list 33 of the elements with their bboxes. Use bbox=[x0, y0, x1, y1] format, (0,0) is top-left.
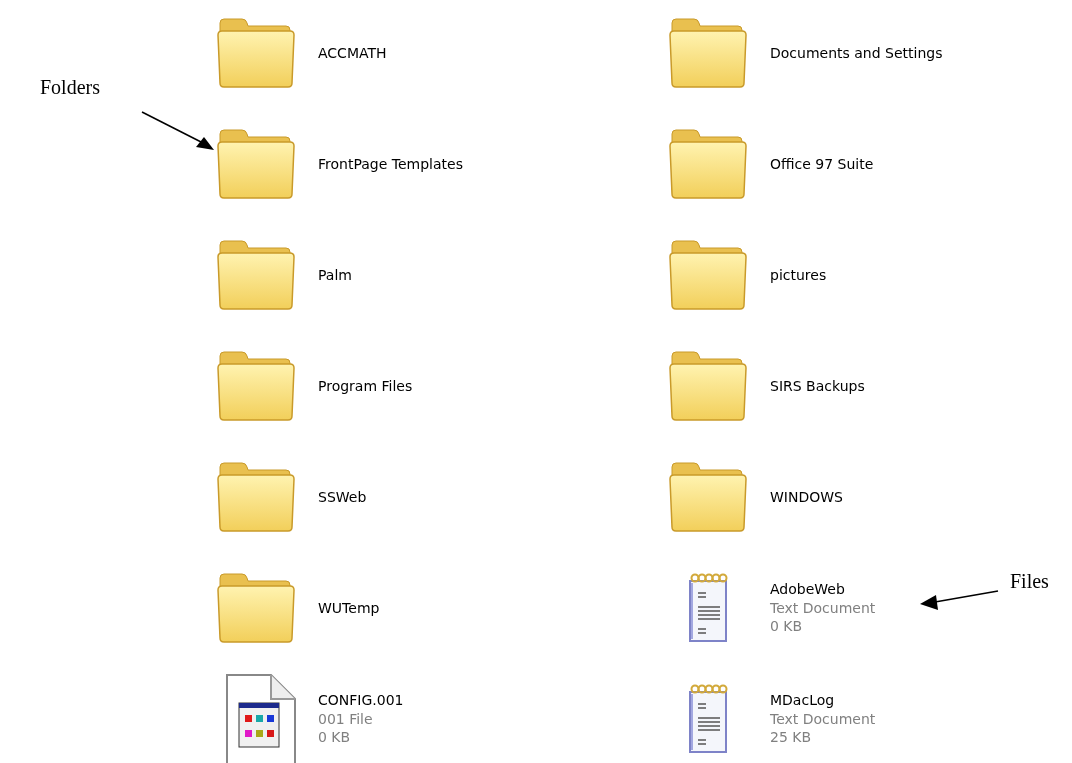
folder-icon bbox=[216, 239, 298, 311]
file-name: FrontPage Templates bbox=[318, 154, 463, 174]
callout-label: Folders bbox=[40, 75, 100, 100]
folder-icon bbox=[668, 239, 750, 311]
file-type: Text Document bbox=[770, 598, 876, 618]
file-name: AdobeWeb bbox=[770, 579, 846, 599]
callout-label: Files bbox=[1010, 569, 1049, 594]
file-name: WUTemp bbox=[318, 598, 380, 618]
file-type: 001 File bbox=[318, 709, 374, 729]
file-type: Text Document bbox=[770, 709, 876, 729]
file-name: Palm bbox=[318, 265, 352, 285]
folder-icon bbox=[216, 572, 298, 644]
file-name: Documents and Settings bbox=[770, 43, 943, 63]
file-name: WINDOWS bbox=[770, 487, 843, 507]
folder-icon bbox=[668, 461, 750, 533]
folder-icon bbox=[668, 128, 750, 200]
file-name: Office 97 Suite bbox=[770, 154, 874, 174]
file-name: CONFIG.001 bbox=[318, 690, 404, 710]
file-name: ACCMATH bbox=[318, 43, 387, 63]
folder-icon bbox=[668, 17, 750, 89]
folder-icon bbox=[216, 350, 298, 422]
file-size: 25 KB bbox=[770, 728, 813, 748]
file-size: 0 KB bbox=[770, 617, 804, 637]
file-name: SSWeb bbox=[318, 487, 367, 507]
file-name: MDacLog bbox=[770, 690, 836, 710]
folder-icon bbox=[216, 17, 298, 89]
folder-icon bbox=[216, 461, 298, 533]
file-name: Program Files bbox=[318, 376, 413, 396]
folder-icon bbox=[668, 350, 750, 422]
file-size: 0 KB bbox=[318, 728, 352, 748]
file-name: SIRS Backups bbox=[770, 376, 865, 396]
file-name: pictures bbox=[770, 265, 827, 285]
folder-icon bbox=[216, 128, 298, 200]
